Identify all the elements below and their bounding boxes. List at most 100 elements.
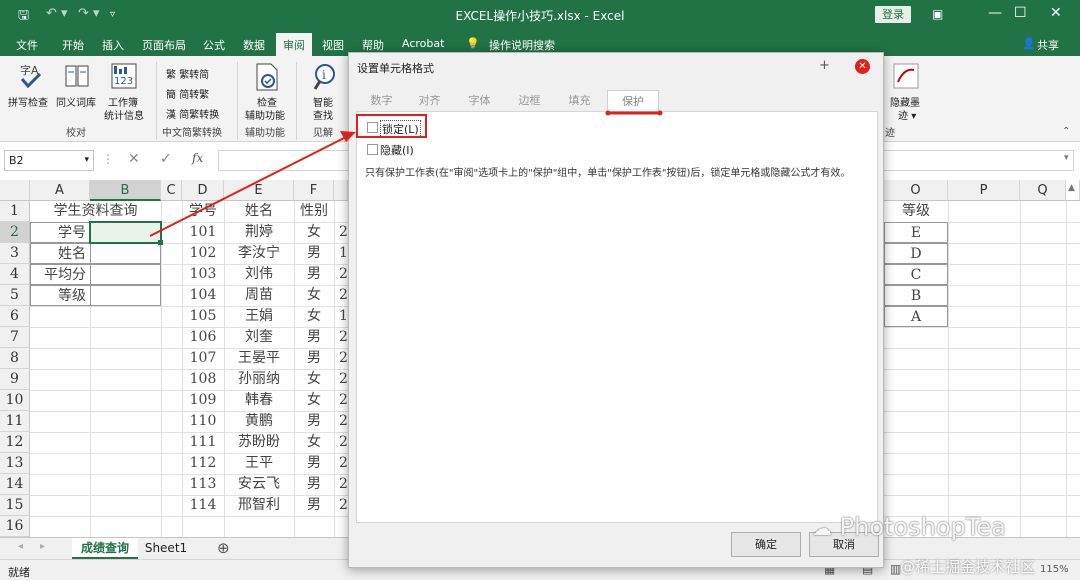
lightbulb-icon: 💡 — [466, 37, 480, 50]
row-header[interactable]: 5 — [0, 285, 30, 306]
student-score-partial: 20 — [339, 455, 348, 471]
smart-lookup-line2[interactable]: 查找 — [313, 107, 333, 122]
trad-to-simp-button[interactable]: 繁 繁转简 — [166, 66, 209, 81]
confirm-entry-icon[interactable]: ✓ — [160, 151, 172, 167]
tab-review[interactable]: 审阅 — [276, 33, 312, 56]
dialog-tab-protection[interactable]: 保护 — [607, 90, 659, 113]
tab-insert[interactable]: 插入 — [102, 37, 124, 53]
fill-handle[interactable] — [158, 240, 163, 245]
ribbon-display-icon[interactable]: ▣ — [932, 7, 943, 21]
ok-button[interactable]: 确定 — [731, 532, 801, 557]
row-header[interactable]: 12 — [0, 432, 30, 453]
column-header-o[interactable]: O — [884, 180, 948, 201]
hidden-label[interactable]: 隐藏(I) — [380, 142, 414, 158]
scroll-right-icon[interactable]: ▸ — [40, 541, 45, 552]
simp-to-trad-button[interactable]: 簡 简转繁 — [166, 86, 209, 101]
add-sheet-icon[interactable]: ⊕ — [217, 539, 230, 557]
dialog-close-icon[interactable]: ✕ — [855, 59, 870, 74]
close-icon[interactable]: ✕ — [1050, 5, 1062, 21]
row-header[interactable]: 7 — [0, 327, 30, 348]
column-header-a[interactable]: A — [30, 180, 90, 201]
student-gender: 男 — [307, 413, 321, 429]
column-header-e[interactable]: E — [224, 180, 294, 201]
dialog-tab-alignment[interactable]: 对齐 — [407, 90, 452, 112]
tab-home[interactable]: 开始 — [62, 37, 84, 53]
row-header[interactable]: 2 — [0, 222, 30, 243]
chevron-down-icon: ▾ — [84, 155, 89, 165]
tab-formulas[interactable]: 公式 — [203, 37, 225, 53]
row-header[interactable]: 16 — [0, 516, 30, 537]
ribbon-separator — [296, 62, 297, 140]
row-header[interactable]: 3 — [0, 243, 30, 264]
student-name: 孙丽纳 — [238, 371, 280, 387]
dialog-help-button[interactable]: + — [819, 58, 830, 73]
select-all-corner[interactable] — [0, 180, 30, 201]
share-button[interactable]: 共享 — [1037, 37, 1059, 53]
student-score-partial: 20 — [339, 329, 348, 345]
row-header[interactable]: 10 — [0, 390, 30, 411]
column-header-d[interactable]: D — [182, 180, 224, 201]
row-header[interactable]: 6 — [0, 306, 30, 327]
workbook-stats-line2[interactable]: 统计信息 — [104, 107, 144, 122]
student-id: 105 — [189, 308, 217, 324]
zoom-level[interactable]: 115% — [1040, 564, 1069, 575]
check-accessibility-line2[interactable]: 辅助功能 — [245, 107, 285, 122]
spelling-button[interactable]: 拼写检查 — [8, 94, 48, 109]
row-header[interactable]: 11 — [0, 411, 30, 432]
row-header[interactable]: 9 — [0, 369, 30, 390]
column-header-g[interactable] — [334, 180, 348, 201]
student-gender: 男 — [307, 497, 321, 513]
hidden-checkbox[interactable] — [367, 144, 378, 155]
minimize-icon[interactable]: — — [988, 5, 1002, 21]
row-header[interactable]: 1 — [0, 201, 30, 222]
student-score-partial: 2 — [339, 392, 348, 408]
tab-page-layout[interactable]: 页面布局 — [142, 37, 186, 53]
scroll-left-icon[interactable]: ◂ — [18, 541, 23, 552]
window-title: EXCEL操作小技巧.xlsx - Excel — [455, 9, 625, 23]
login-button[interactable]: 登录 — [875, 6, 911, 23]
dialog-tab-number[interactable]: 数字 — [359, 90, 404, 112]
tab-data[interactable]: 数据 — [243, 37, 265, 53]
student-name: 王娟 — [245, 308, 273, 324]
hide-ink-line2[interactable]: 迹 ▾ — [898, 107, 916, 122]
student-score-partial: 2 — [339, 224, 348, 240]
scroll-up-icon[interactable]: ▲ — [1068, 183, 1075, 193]
student-gender: 男 — [307, 350, 321, 366]
row-header[interactable]: 13 — [0, 453, 30, 474]
collapse-ribbon-icon[interactable]: ⌃ — [1062, 126, 1070, 137]
tab-acrobat[interactable]: Acrobat — [402, 37, 444, 50]
column-header-b[interactable]: B — [90, 180, 161, 201]
dialog-tab-border[interactable]: 边框 — [507, 90, 552, 112]
column-header-f[interactable]: F — [294, 180, 334, 201]
student-name: 荆婷 — [245, 224, 273, 240]
lookup-value-cell[interactable] — [90, 285, 161, 306]
column-header-q[interactable]: Q — [1020, 180, 1066, 201]
maximize-icon[interactable]: ☐ — [1014, 5, 1027, 21]
tab-help[interactable]: 帮助 — [362, 37, 384, 53]
cancel-entry-icon[interactable]: ✕ — [128, 151, 140, 167]
insert-function-icon[interactable]: fx — [192, 151, 203, 165]
row-header[interactable]: 14 — [0, 474, 30, 495]
row-header[interactable]: 15 — [0, 495, 30, 516]
student-gender: 女 — [307, 224, 321, 240]
tab-view[interactable]: 视图 — [322, 37, 344, 53]
sheet-tab-other[interactable]: Sheet1 — [140, 538, 192, 559]
dialog-tab-fill[interactable]: 填充 — [557, 90, 602, 112]
expand-formula-icon[interactable]: ▾ — [1064, 153, 1069, 163]
column-header-c[interactable]: C — [161, 180, 182, 201]
sheet-tab-active[interactable]: 成绩查询 — [72, 538, 138, 559]
student-gender: 女 — [307, 392, 321, 408]
dialog-tab-font[interactable]: 字体 — [457, 90, 502, 112]
lookup-value-cell[interactable] — [90, 243, 161, 264]
lock-highlight-box — [356, 114, 427, 138]
tell-me-search[interactable]: 操作说明搜索 — [489, 37, 555, 53]
column-header-p[interactable]: P — [948, 180, 1020, 201]
student-id: 113 — [189, 476, 217, 492]
row-header[interactable]: 4 — [0, 264, 30, 285]
convert-button[interactable]: 漢 简繁转换 — [166, 106, 219, 121]
thesaurus-button[interactable]: 同义词库 — [56, 94, 96, 109]
tab-file[interactable]: 文件 — [16, 37, 38, 53]
name-box[interactable]: B2 ▾ — [4, 150, 94, 171]
row-header[interactable]: 8 — [0, 348, 30, 369]
lookup-value-cell[interactable] — [90, 264, 161, 285]
